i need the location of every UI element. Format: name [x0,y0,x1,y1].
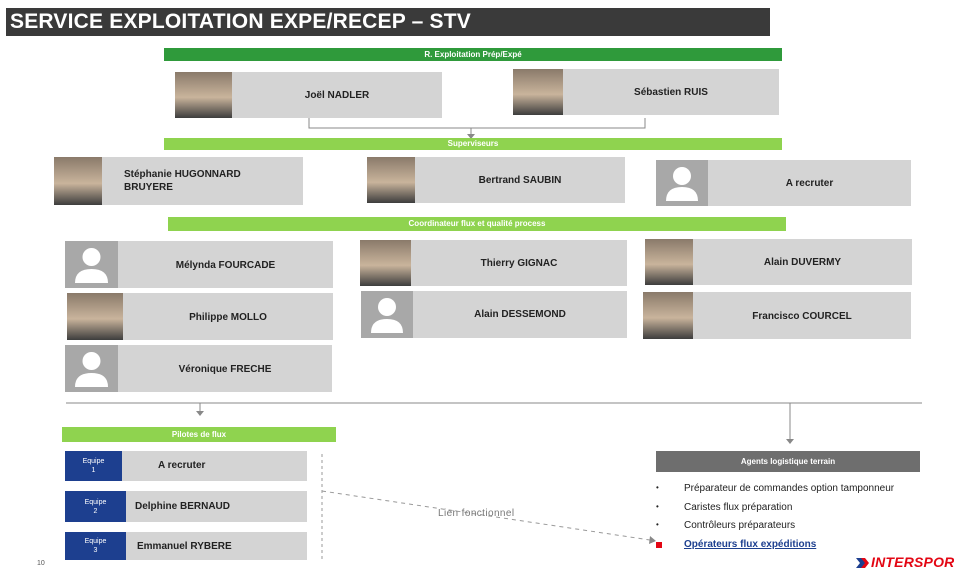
portrait-photo [367,157,415,203]
person-name: Alain DUVERMY [763,257,842,268]
avatar-placeholder-icon [65,345,118,392]
person-name: Bertrand SAUBIN [478,175,562,186]
red-square-icon [656,542,662,548]
equipe-badge: Equipe 2 [65,491,126,522]
equipe-badge: Equipe 3 [65,532,126,560]
card-manager-2: Sébastien RUIS [513,69,779,115]
operateurs-link[interactable]: Opérateurs flux expéditions [684,539,816,550]
card-superviseur-1: Stéphanie HUGONNARD BRUYERE [54,157,303,205]
portrait-photo [175,72,232,118]
card-pilote: Equipe 3 Emmanuel RYBERE [65,532,307,560]
person-name: A recruter [158,460,206,471]
band-r-exploitation: R. Exploitation Prép/Expé [164,48,782,61]
bullet-icon: • [656,483,659,492]
portrait-photo [54,157,102,205]
person-name: Véronique FRECHE [178,364,272,375]
portrait-photo [513,69,563,115]
intersport-logo: INTERSPORT [856,554,954,570]
band-pilotes: Pilotes de flux [62,427,336,442]
person-name: Sébastien RUIS [634,87,708,98]
person-name: Thierry GIGNAC [480,258,558,269]
person-name: Emmanuel RYBERE [137,541,232,552]
person-name: Joël NADLER [304,90,370,101]
portrait-photo [360,240,411,286]
avatar-placeholder-icon [65,241,118,288]
portrait-photo [67,293,123,340]
logo-text: INTERSPORT [871,554,954,570]
card-coordinateur: Philippe MOLLO [67,293,333,340]
agents-list: • Préparateur de commandes option tampon… [656,483,895,550]
card-coordinateur: Thierry GIGNAC [360,240,627,286]
person-name: Mélynda FOURCADE [175,260,276,271]
card-coordinateur: Alain DUVERMY [645,239,912,285]
avatar-placeholder-icon [656,160,708,206]
person-name: Philippe MOLLO [189,312,267,323]
card-coordinateur: Véronique FRECHE [65,345,332,392]
bullet-icon: • [656,520,659,529]
equipe-badge: Equipe 1 [65,451,122,481]
card-coordinateur: Francisco COURCEL [643,292,911,339]
card-superviseur-2: Bertrand SAUBIN [367,157,625,203]
band-superviseurs: Superviseurs [164,138,782,150]
card-pilote: Equipe 2 Delphine BERNAUD [65,491,307,522]
card-coordinateur: Alain DESSEMOND [361,291,627,338]
band-coordinateur: Coordinateur flux et qualité process [168,217,786,231]
person-name: Francisco COURCEL [752,311,852,322]
card-pilote: Equipe 1 A recruter [65,451,307,481]
person-name: Delphine BERNAUD [135,501,231,512]
person-name: Stéphanie HUGONNARD BRUYERE [124,169,241,193]
band-agents: Agents logistique terrain [656,451,920,472]
intersport-chevron-icon [856,558,869,568]
avatar-placeholder-icon [361,291,413,338]
card-superviseur-3: A recruter [656,160,911,206]
person-name: A recruter [785,178,834,189]
card-coordinateur: Mélynda FOURCADE [65,241,333,288]
card-manager-1: Joël NADLER [175,72,442,118]
page-title: SERVICE EXPLOITATION EXPE/RECEP – STV [6,8,770,36]
person-name: Alain DESSEMOND [474,309,566,320]
portrait-photo [645,239,693,285]
lien-fonctionnel-label: Lien fonctionnel [438,508,515,519]
portrait-photo [643,292,693,339]
bullet-icon: • [656,502,659,511]
page-number: 10 [37,560,45,567]
